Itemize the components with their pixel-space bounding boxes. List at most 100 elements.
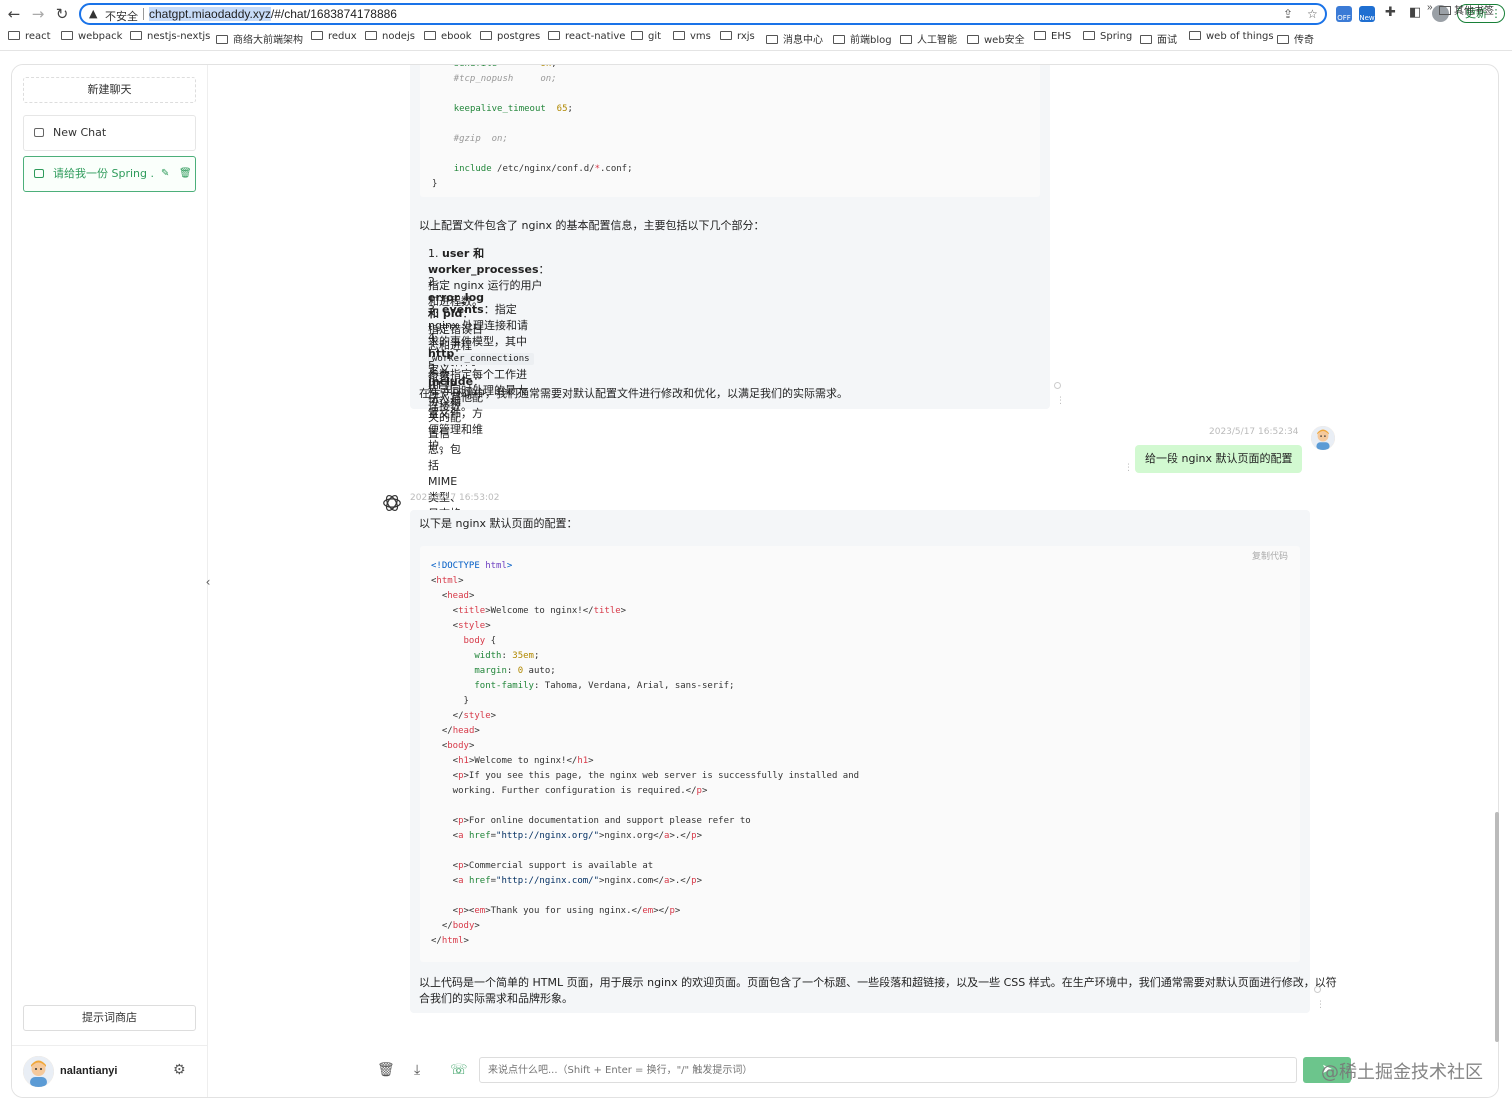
folder-icon: [311, 31, 323, 40]
message-paragraph: 以上代码是一个简单的 HTML 页面，用于展示 nginx 的欢迎页面。页面包含…: [419, 976, 1337, 989]
bookmark-label: rxjs: [737, 31, 755, 42]
sidebar-chat-item-active[interactable]: 请给我一份 Spring ... ✎ 🗑: [23, 156, 196, 192]
bookmark-label: web安全: [984, 35, 1025, 46]
page-scrollbar[interactable]: [1495, 812, 1499, 1042]
user-name: nalantianyi: [60, 1065, 118, 1077]
more-options-icon[interactable]: ⋮: [1316, 999, 1325, 1010]
bookmark-item[interactable]: redux: [311, 31, 357, 45]
trash-icon[interactable]: 🗑: [179, 157, 192, 191]
bookmark-item[interactable]: Spring: [1083, 31, 1132, 45]
message-timestamp: 2023/5/17 16:52:34: [1209, 427, 1299, 437]
bookmarks-overflow-icon[interactable]: »: [1427, 2, 1433, 13]
bookmark-item[interactable]: 商络大前端架构: [216, 31, 303, 46]
code-line: <body>: [431, 741, 475, 751]
bookmark-item[interactable]: 传奇: [1277, 31, 1314, 46]
delete-chat-icon[interactable]: 🗑: [377, 1062, 395, 1078]
side-panel-icon[interactable]: ◧: [1409, 5, 1421, 20]
address-bar[interactable]: ▲ 不安全 chatgpt.miaodaddy.xyz/#/chat/16838…: [79, 3, 1327, 25]
extension-off-icon[interactable]: OFF: [1336, 6, 1352, 22]
bookmark-item[interactable]: EHS: [1034, 31, 1071, 45]
bookmark-item[interactable]: web安全: [967, 31, 1025, 46]
bookmark-label: 消息中心: [783, 35, 823, 46]
new-chat-button[interactable]: 新建聊天: [23, 77, 196, 103]
folder-icon: [8, 31, 20, 40]
message-list: sendfile on; #tcp_nopush on; keepalive_t…: [209, 65, 1498, 1045]
bookmark-item[interactable]: vms: [673, 31, 711, 45]
bookmark-label: git: [648, 31, 662, 42]
code-line: sendfile on;: [432, 65, 1028, 72]
bookmark-item[interactable]: react: [8, 31, 51, 45]
folder-icon: [1439, 6, 1451, 15]
folder-icon: [130, 31, 142, 40]
folder-icon: [61, 31, 73, 40]
bookmark-item[interactable]: nodejs: [365, 31, 415, 45]
reload-icon[interactable]: ↻: [53, 5, 71, 23]
bookmark-item[interactable]: web of things: [1189, 31, 1274, 45]
bookmarks-bar: react webpack nestjs-nextjs 商络大前端架构 redux nod…: [0, 29, 1512, 47]
avatar[interactable]: [23, 1056, 54, 1087]
watermark: @稀土掘金技术社区: [1321, 1062, 1483, 1083]
bookmark-label: vms: [690, 31, 711, 42]
chat-bubble-icon: [34, 169, 44, 178]
code-line: keepalive_timeout 65;: [453, 104, 573, 114]
message-paragraph: 在生产环境中，我们通常需要对默认配置文件进行修改和优化，以满足我们的实际需求。: [419, 387, 848, 400]
url-text: chatgpt.miaodaddy.xyz/#/chat/16838741788…: [149, 7, 397, 21]
extension-new-icon[interactable]: New: [1359, 6, 1375, 22]
chat-bubble-icon: [34, 128, 44, 137]
edit-icon[interactable]: ✎: [161, 157, 169, 191]
openai-logo-icon: [383, 494, 401, 512]
copy-code-button[interactable]: 复制代码: [1252, 549, 1288, 562]
folder-icon: [480, 31, 492, 40]
bookmark-item[interactable]: 消息中心: [766, 31, 823, 46]
puzzle-extensions-icon[interactable]: ✚: [1385, 5, 1396, 20]
bookmark-item[interactable]: git: [631, 31, 661, 45]
folder-icon: [365, 31, 377, 40]
folder-icon: [967, 35, 979, 44]
more-options-icon[interactable]: ⋮: [1124, 462, 1133, 473]
more-options-icon[interactable]: ⋮: [1056, 395, 1065, 406]
folder-icon: [631, 31, 643, 40]
code-line: </head>: [431, 726, 480, 736]
folder-icon: [720, 31, 732, 40]
bookmark-label: 前端blog: [850, 35, 892, 46]
folder-icon: [1277, 35, 1289, 44]
sidebar-chat-item[interactable]: New Chat: [23, 115, 196, 151]
code-line: <head>: [431, 591, 475, 601]
share-icon[interactable]: ⇪: [1283, 7, 1293, 21]
bookmark-item[interactable]: nestjs-nextjs: [130, 31, 210, 45]
whatsapp-chat-icon[interactable]: ☏: [450, 1062, 468, 1078]
settings-gear-icon[interactable]: ⚙: [173, 1062, 186, 1078]
folder-icon: [424, 31, 436, 40]
bookmark-item[interactable]: webpack: [61, 31, 122, 45]
bookmark-item[interactable]: 人工智能: [900, 31, 957, 46]
code-line: <style>: [431, 621, 491, 631]
bookmark-item[interactable]: ebook: [424, 31, 472, 45]
back-arrow-icon[interactable]: ←: [5, 5, 23, 23]
bookmark-item[interactable]: 面试: [1140, 31, 1177, 46]
prompt-store-button[interactable]: 提示词商店: [23, 1005, 196, 1031]
chat-input[interactable]: [479, 1057, 1297, 1083]
download-icon[interactable]: ⤓: [414, 1062, 420, 1078]
bookmark-item[interactable]: postgres: [480, 31, 540, 45]
list-item-keyword: events: [442, 303, 484, 316]
bookmark-label: react-native: [565, 31, 626, 42]
bookmark-item[interactable]: 前端blog: [833, 31, 892, 46]
folder-icon: [548, 31, 560, 40]
bookmark-label: 面试: [1157, 35, 1177, 46]
security-label: 不安全: [105, 10, 138, 23]
other-bookmarks[interactable]: 其他书签: [1439, 2, 1494, 17]
bookmark-item[interactable]: react-native: [548, 31, 625, 45]
code-line: <p>For online documentation and support …: [431, 816, 751, 826]
bookmark-item[interactable]: rxjs: [720, 31, 755, 45]
bookmark-label: redux: [328, 31, 357, 42]
bookmark-star-icon[interactable]: ☆: [1307, 7, 1318, 21]
folder-icon: [900, 35, 912, 44]
list-number: 1.: [428, 247, 442, 260]
forward-arrow-icon[interactable]: →: [29, 5, 47, 23]
folder-icon: [1140, 35, 1152, 44]
code-line: }: [431, 696, 469, 706]
bookmark-label: 商络大前端架构: [233, 35, 303, 46]
